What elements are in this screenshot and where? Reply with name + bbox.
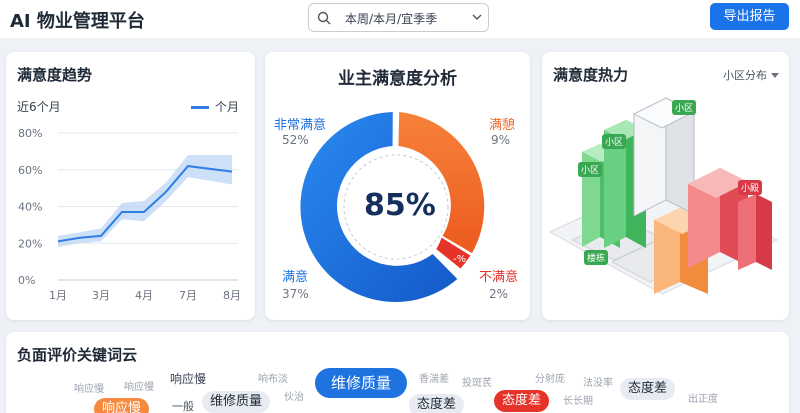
x-tick-label: 8月 bbox=[223, 289, 241, 302]
keyword: 响应慢 bbox=[170, 372, 207, 386]
export-report-button[interactable]: 导出报告 bbox=[710, 3, 789, 30]
x-tick-label: 7月 bbox=[179, 289, 197, 302]
pct-unsatisfied: 2% bbox=[489, 287, 509, 301]
donut-center-value: 85% bbox=[364, 188, 436, 223]
x-tick-label: 4月 bbox=[135, 289, 153, 302]
pct-satisfied: 37% bbox=[282, 287, 309, 301]
app-title: AI 物业管理平台 bbox=[10, 11, 145, 32]
keyword: 长长期 bbox=[563, 396, 593, 407]
search-icon bbox=[317, 11, 331, 25]
keyword: 响布淡 bbox=[258, 374, 288, 385]
keyword: 法没率 bbox=[583, 378, 613, 389]
donut-card: 业主满意度分析 85% 非常满意 52% 满意 37% 满憩 9% 不满意 2%… bbox=[265, 52, 530, 320]
y-tick-label: 80% bbox=[18, 127, 42, 140]
trend-chart: 80% 60% 40% 20% 0% 1月 3月 4月 7月 8月 bbox=[18, 127, 241, 302]
keyword: 投斑芪 bbox=[462, 378, 492, 389]
keyword: 伙治 bbox=[284, 392, 304, 403]
heat-tag-4: 小殿 bbox=[738, 180, 763, 195]
keyword-cloud-card: 负面评价关键词云 响应慢 响应慢 响应慢 一般 响布淡 伙治 香湍差 投斑芪 分… bbox=[6, 332, 789, 413]
chevron-down-icon bbox=[472, 14, 482, 20]
keyword: 分射庞 bbox=[535, 374, 565, 385]
trend-card: 满意度趋势 近6个月 个月 80% 60% 40% 20% 0% 1月 3月 4月 7月 8月 bbox=[6, 52, 255, 320]
y-tick-label: 60% bbox=[18, 164, 42, 177]
keyword: 一般 bbox=[172, 400, 194, 413]
keyword: 香湍差 bbox=[419, 374, 449, 385]
heat-card: 满意度热力 小区分布 小区 小区 小区 小殿 楼栋 bbox=[542, 52, 789, 320]
y-tick-label: 40% bbox=[18, 201, 42, 214]
keyword-pill[interactable]: 维修质量 bbox=[202, 391, 271, 413]
scope-value: 本周/本月/宜季季 bbox=[345, 12, 438, 26]
keyword: 响应慢 bbox=[124, 382, 154, 393]
slice-tag: -% bbox=[453, 254, 467, 265]
label-good: 满憩 bbox=[489, 118, 516, 133]
heat-tag-1: 小区 bbox=[602, 134, 627, 149]
keyword-pill[interactable]: 态度差 bbox=[409, 394, 465, 413]
pct-good: 9% bbox=[491, 133, 511, 147]
keyword-pill[interactable]: 态度差 bbox=[494, 390, 550, 412]
keyword: 出正度 bbox=[688, 394, 718, 405]
label-very-satisfied: 非常满意 bbox=[274, 118, 327, 133]
heat-tag-5: 楼栋 bbox=[584, 250, 609, 265]
x-tick-label: 3月 bbox=[92, 289, 110, 302]
cloud-title: 负面评价关键词云 bbox=[17, 346, 138, 364]
pct-very-satisfied: 52% bbox=[282, 133, 309, 147]
keyword: 响应慢 bbox=[74, 384, 104, 395]
heat-tag-3: 小区 bbox=[672, 100, 697, 115]
keyword-pill[interactable]: 响应慢 bbox=[94, 398, 150, 413]
time-scope-select[interactable]: 本周/本月/宜季季 bbox=[308, 3, 489, 32]
keyword-pill[interactable]: 维修质量 bbox=[315, 368, 408, 398]
y-tick-label: 20% bbox=[18, 237, 42, 250]
top-bar: AI 物业管理平台 本周/本月/宜季季 导出报告 bbox=[0, 0, 800, 38]
x-tick-label: 1月 bbox=[49, 289, 67, 302]
label-satisfied: 满意 bbox=[282, 270, 309, 285]
heat-tag-2: 小区 bbox=[578, 162, 603, 177]
keyword-pill[interactable]: 态度差 bbox=[620, 378, 676, 400]
label-unsatisfied: 不满意 bbox=[479, 270, 519, 285]
y-tick-label: 0% bbox=[18, 274, 35, 287]
